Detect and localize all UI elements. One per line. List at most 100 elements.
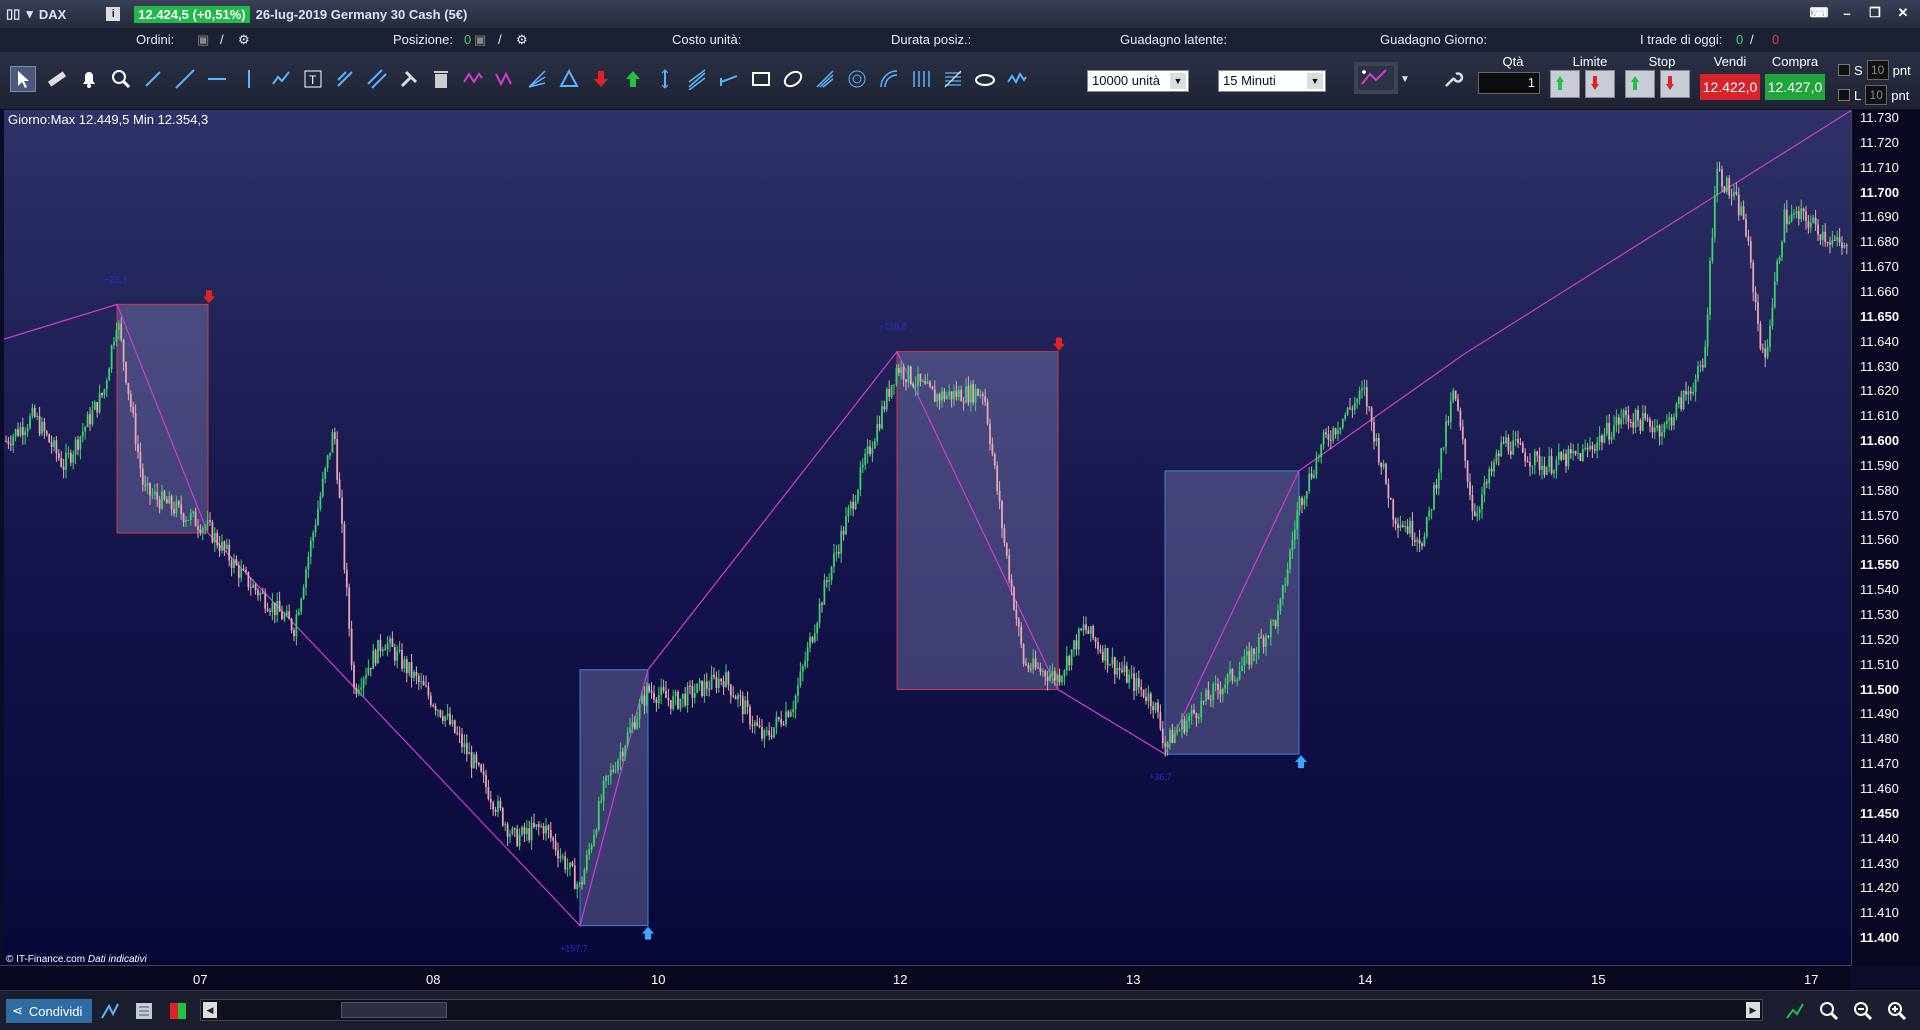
candle-body bbox=[1027, 664, 1030, 669]
fibonacci-tool-icon[interactable] bbox=[332, 66, 358, 92]
pitchfork-icon[interactable] bbox=[684, 66, 710, 92]
candle-body bbox=[1284, 584, 1287, 586]
autoscale-icon[interactable] bbox=[1783, 999, 1807, 1023]
zoom-out-icon[interactable] bbox=[1851, 999, 1875, 1023]
cloud-tool-icon[interactable] bbox=[972, 66, 998, 92]
text-tool-icon[interactable]: T bbox=[300, 66, 326, 92]
candle-body bbox=[1845, 245, 1848, 247]
price-tick-label: 11.520 bbox=[1860, 631, 1899, 647]
share-button[interactable]: ⋖ Condividi bbox=[6, 999, 92, 1023]
scroll-left-icon[interactable]: ◀ bbox=[203, 1002, 217, 1018]
scroll-thumb[interactable] bbox=[341, 1002, 447, 1018]
candle-body bbox=[1435, 484, 1438, 489]
orders-settings-icon[interactable]: ⚙ bbox=[238, 32, 250, 48]
candle-body bbox=[681, 693, 684, 699]
triangle-tool-icon[interactable] bbox=[556, 66, 582, 92]
candle-body bbox=[350, 628, 353, 665]
sell-arrow-icon[interactable] bbox=[588, 66, 614, 92]
arrow-line-icon[interactable] bbox=[716, 66, 742, 92]
ellipse-tool-icon[interactable] bbox=[780, 66, 806, 92]
buy-button[interactable]: 12.427,0 bbox=[1765, 74, 1825, 100]
stop-loss-field[interactable]: 10 bbox=[1866, 60, 1889, 80]
sell-button[interactable]: 12.422,0 bbox=[1700, 74, 1760, 100]
candle-body bbox=[895, 367, 898, 385]
restore-button[interactable]: ❐ bbox=[1864, 4, 1886, 22]
zoom-in-icon[interactable] bbox=[1885, 999, 1909, 1023]
stop-sell-button[interactable] bbox=[1660, 70, 1690, 98]
limit-sell-button[interactable] bbox=[1585, 70, 1615, 98]
depth-icon[interactable] bbox=[166, 999, 190, 1023]
arcs-tool-icon[interactable] bbox=[876, 66, 902, 92]
horizontal-line-icon[interactable] bbox=[204, 66, 230, 92]
price-chart[interactable]: +23,3 +157,7 +128,8 +36,7 bbox=[4, 110, 1851, 965]
keyboard-icon[interactable]: ⌨ bbox=[1808, 4, 1830, 22]
position-settings-icon[interactable]: ⚙ bbox=[516, 32, 528, 48]
units-select[interactable]: 10000 unità ▼ bbox=[1087, 70, 1189, 92]
candle-body bbox=[1613, 425, 1615, 437]
vertical-line-icon[interactable] bbox=[236, 66, 262, 92]
timeframe-dropdown-icon[interactable]: ▼ bbox=[1307, 73, 1323, 89]
cancel-orders-icon[interactable]: ▣ bbox=[197, 32, 209, 48]
zoom-reset-icon[interactable] bbox=[1817, 999, 1841, 1023]
indicators-dropdown-icon[interactable]: ▼ bbox=[1398, 66, 1412, 92]
units-dropdown-icon[interactable]: ▼ bbox=[1170, 73, 1186, 89]
wave-tool-icon[interactable] bbox=[460, 66, 486, 92]
tools-icon[interactable] bbox=[396, 66, 422, 92]
minimize-button[interactable]: – bbox=[1836, 4, 1858, 22]
delete-drawings-icon[interactable] bbox=[428, 66, 454, 92]
cycle-lines-icon[interactable] bbox=[908, 66, 934, 92]
take-profit-checkbox[interactable] bbox=[1838, 89, 1850, 101]
quantity-field[interactable]: 1 bbox=[1478, 72, 1540, 94]
unrealized-gain-label: Guadagno latente: bbox=[1120, 32, 1227, 47]
candle-body bbox=[261, 592, 264, 594]
candle-body bbox=[1605, 422, 1608, 435]
buy-arrow-icon[interactable] bbox=[620, 66, 646, 92]
time-axis[interactable]: 07 08 10 12 13 14 15 17 bbox=[0, 965, 1851, 990]
ruler-icon[interactable] bbox=[44, 66, 70, 92]
wave-pattern-icon[interactable] bbox=[1004, 66, 1030, 92]
symbol-selector[interactable]: ▯▯ ▾ DAX bbox=[6, 6, 66, 22]
stop-loss-checkbox[interactable] bbox=[1838, 64, 1850, 76]
indicator-tool-icon[interactable] bbox=[268, 66, 294, 92]
candle-body bbox=[869, 446, 871, 455]
info-icon[interactable]: i bbox=[106, 7, 121, 21]
candle-body bbox=[725, 672, 727, 688]
symbol-dropdown-icon[interactable]: ▾ bbox=[26, 6, 33, 22]
chart-scrollbar[interactable]: ◀ ▶ bbox=[200, 999, 1763, 1021]
candle-body bbox=[81, 431, 84, 437]
take-profit-field[interactable]: 10 bbox=[1865, 85, 1888, 105]
rectangle-tool-icon[interactable] bbox=[748, 66, 774, 92]
close-position-icon[interactable]: ▣ bbox=[474, 32, 486, 48]
order-book-icon[interactable] bbox=[132, 999, 156, 1023]
indicators-button[interactable] bbox=[1354, 62, 1398, 94]
candle-body bbox=[665, 690, 667, 698]
price-axis[interactable]: 11.730 11.720 11.710 11.700 11.690 11.680 11.6… bbox=[1851, 110, 1920, 965]
candle-body bbox=[456, 732, 459, 734]
segment-tool-icon[interactable] bbox=[140, 66, 166, 92]
close-button[interactable]: ✕ bbox=[1892, 4, 1914, 22]
channel-tool-icon[interactable] bbox=[364, 66, 390, 92]
limit-buy-button[interactable] bbox=[1550, 70, 1580, 98]
pointer-tool-icon[interactable] bbox=[10, 66, 36, 92]
zigzag-tool-icon[interactable] bbox=[492, 66, 518, 92]
spiral-tool-icon[interactable] bbox=[844, 66, 870, 92]
candle-body bbox=[1022, 644, 1025, 664]
speed-lines-icon[interactable] bbox=[812, 66, 838, 92]
candlestick-chart[interactable]: +23,3 +157,7 +128,8 +36,7 bbox=[4, 110, 1851, 965]
gann-fan-icon[interactable] bbox=[524, 66, 550, 92]
candle-body bbox=[264, 593, 267, 609]
measure-tool-icon[interactable] bbox=[652, 66, 678, 92]
candle-body bbox=[132, 406, 135, 414]
scroll-right-icon[interactable]: ▶ bbox=[1746, 1002, 1760, 1018]
retracement-tool-icon[interactable] bbox=[940, 66, 966, 92]
alert-bell-icon[interactable] bbox=[76, 66, 102, 92]
candle-body bbox=[1497, 453, 1500, 457]
wrench-icon[interactable] bbox=[1440, 66, 1466, 92]
candle-body bbox=[1262, 637, 1265, 647]
stop-buy-button[interactable] bbox=[1625, 70, 1655, 98]
candle-body bbox=[823, 580, 826, 605]
line-tool-icon[interactable] bbox=[172, 66, 198, 92]
timeframe-select[interactable]: 15 Minuti ▼ bbox=[1218, 70, 1326, 92]
zoom-tool-icon[interactable] bbox=[108, 66, 134, 92]
drawing-tools-icon[interactable] bbox=[98, 999, 122, 1023]
